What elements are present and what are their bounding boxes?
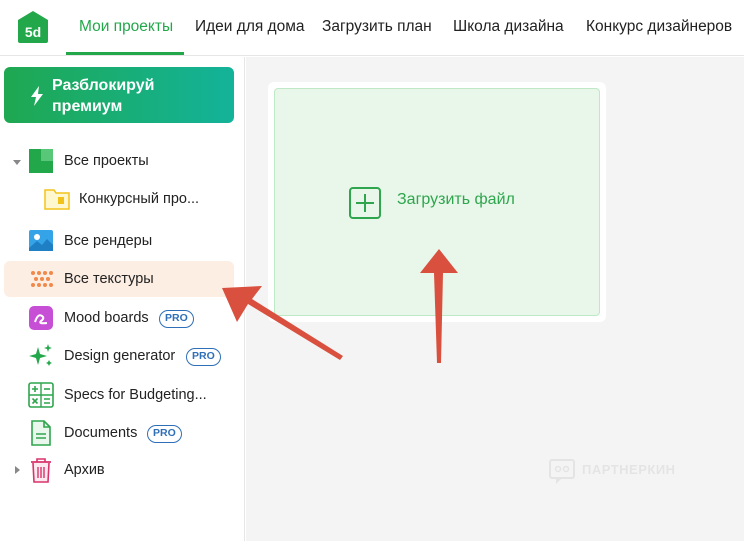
sidebar-item-label: Design generator (64, 348, 176, 364)
projects-icon (29, 149, 53, 173)
sidebar-item-all-renders[interactable]: Все рендеры (4, 223, 234, 259)
sidebar-item-label: Конкурсный про... (79, 191, 200, 207)
sidebar-item-archive[interactable]: Архив (4, 452, 234, 488)
nav-active-indicator (66, 52, 184, 55)
nav-designer-contest[interactable]: Конкурс дизайнеров (586, 0, 732, 56)
pro-badge: PRO (147, 425, 182, 443)
sidebar-item-contest-project[interactable]: Конкурсный про... (4, 181, 234, 217)
sidebar-item-label: Specs for Budgeting... (64, 387, 207, 403)
plus-icon (349, 187, 381, 219)
nav-my-projects[interactable]: Мои проекты (79, 0, 173, 56)
nav-upload-plan[interactable]: Загрузить план (322, 0, 432, 56)
sidebar-item-all-projects[interactable]: Все проекты (4, 143, 234, 179)
moodboard-icon (29, 306, 53, 330)
upload-file-label: Загрузить файл (397, 191, 515, 208)
unlock-premium-button[interactable]: Разблокируй премиум (4, 67, 234, 123)
svg-text:5d: 5d (25, 24, 41, 40)
lightning-icon (31, 86, 43, 106)
sidebar-item-label: Mood boards (64, 310, 149, 326)
sidebar-item-label: Все рендеры (64, 233, 153, 249)
calculator-icon (28, 382, 54, 408)
sidebar-item-design-generator[interactable]: Design generator PRO (4, 338, 234, 374)
watermark-logo-icon (549, 459, 575, 484)
sidebar-item-all-textures[interactable]: Все текстуры (4, 261, 234, 297)
trash-icon (31, 458, 51, 483)
sidebar-item-specs-budgeting[interactable]: Specs for Budgeting... (4, 377, 234, 413)
5d-logo-icon[interactable]: 5d (16, 10, 50, 44)
sparkle-icon (29, 344, 52, 366)
sidebar-item-label: Архив (64, 462, 105, 478)
pro-badge: PRO (159, 310, 194, 328)
image-icon (29, 230, 53, 251)
folder-icon (44, 189, 70, 210)
nav-home-ideas[interactable]: Идеи для дома (195, 0, 305, 56)
watermark: ПАРТНЕРКИН (548, 458, 708, 486)
sidebar-item-label: Documents (64, 425, 138, 441)
sidebar: Разблокируй премиум Все проекты Конкурсн… (0, 57, 245, 541)
upload-file-dropzone[interactable]: Загрузить файл (274, 88, 600, 316)
sidebar-item-mood-boards[interactable]: Mood boards PRO (4, 300, 234, 336)
sidebar-item-label: Все текстуры (64, 271, 154, 287)
sidebar-item-documents[interactable]: Documents PRO (4, 415, 234, 451)
top-navigation: 5d Мои проекты Идеи для дома Загрузить п… (0, 0, 744, 56)
document-icon (31, 420, 51, 446)
watermark-text: ПАРТНЕРКИН (582, 462, 676, 477)
nav-design-school[interactable]: Школа дизайна (453, 0, 564, 56)
texture-icon (31, 271, 53, 287)
pro-badge: PRO (186, 348, 221, 366)
premium-label: Разблокируй премиум (52, 77, 155, 115)
sidebar-item-label: Все проекты (64, 153, 149, 169)
